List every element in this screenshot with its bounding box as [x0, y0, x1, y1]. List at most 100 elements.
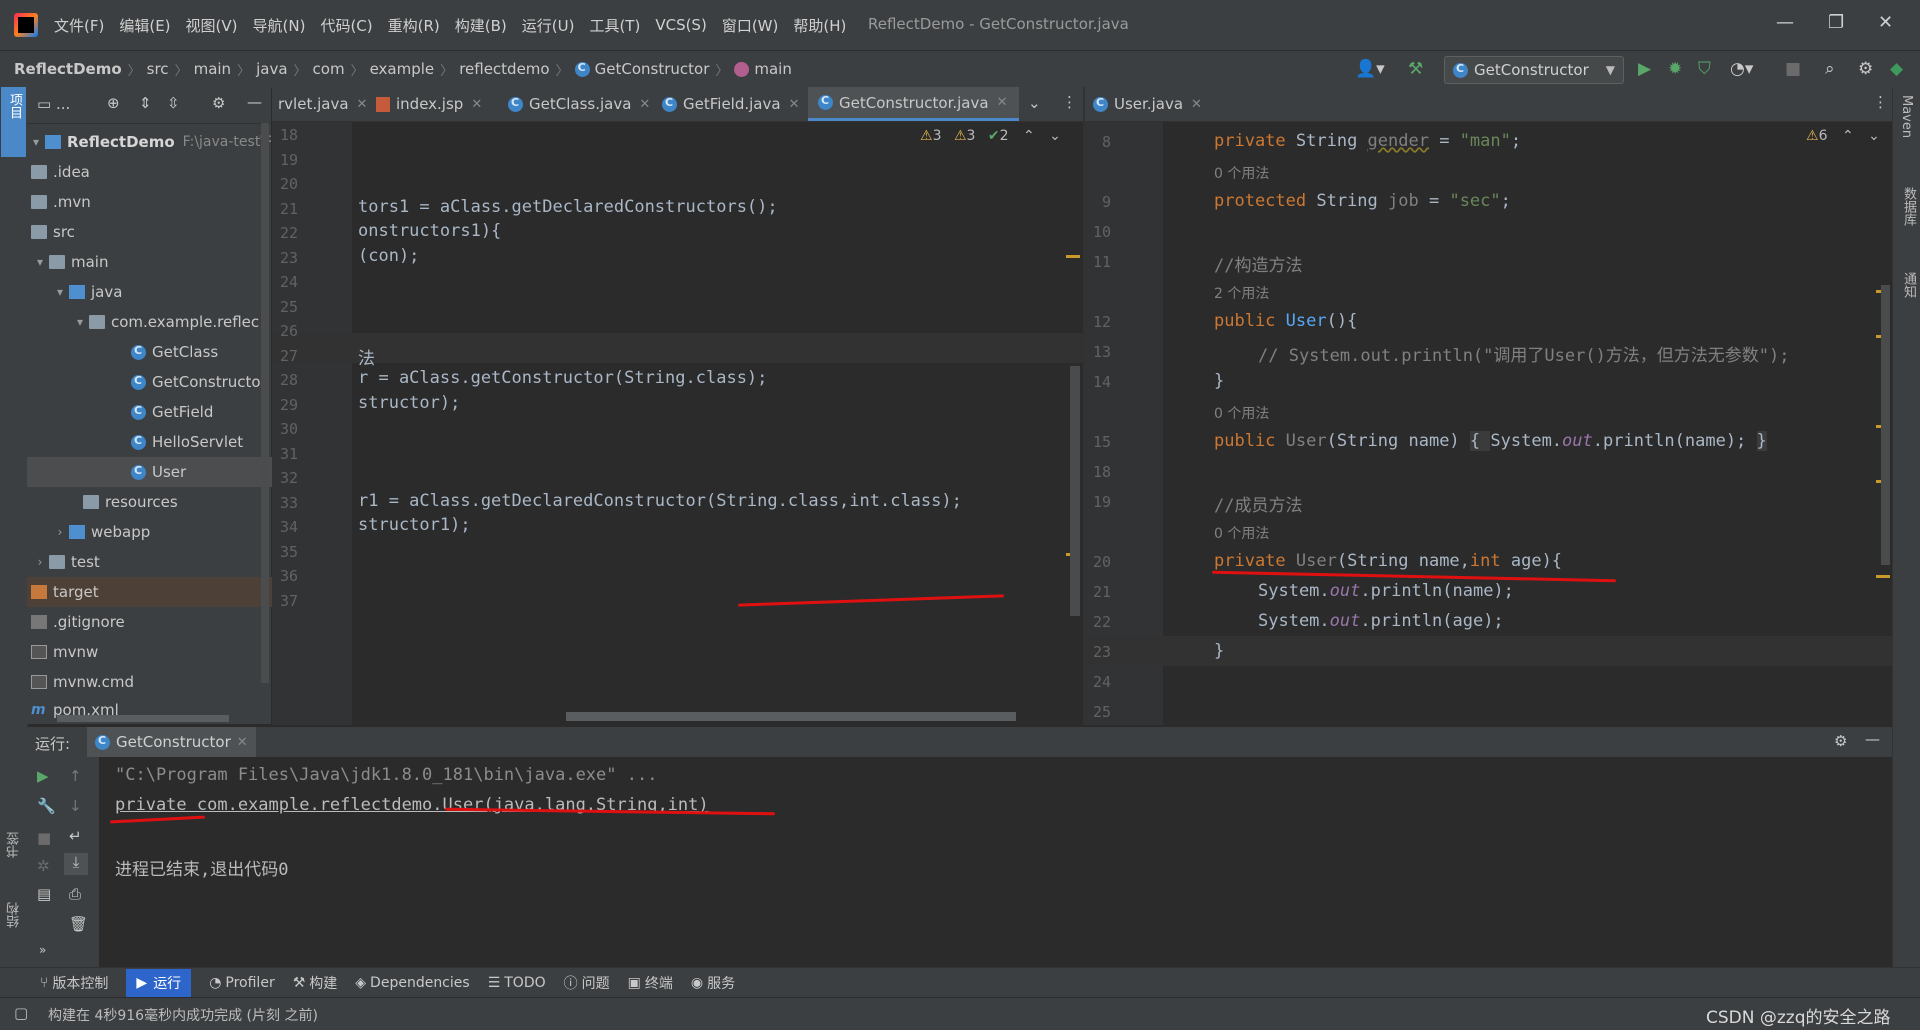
- close-icon[interactable]: ✕: [997, 95, 1008, 110]
- collapse-all-icon[interactable]: ⇳: [167, 94, 180, 112]
- line-number[interactable]: 33: [258, 494, 298, 512]
- menu-refactor[interactable]: 重构(R): [388, 15, 440, 36]
- line-number[interactable]: 32: [258, 469, 298, 487]
- tree-item[interactable]: target: [27, 577, 275, 607]
- line-number[interactable]: 11: [1071, 253, 1111, 271]
- breadcrumb-java[interactable]: java: [256, 60, 287, 78]
- restore-icon[interactable]: ❐: [1828, 12, 1844, 33]
- layout-icon[interactable]: ▤: [37, 885, 51, 903]
- version-control-button[interactable]: ⑂ 版本控制: [40, 973, 108, 993]
- menu-edit[interactable]: 编辑(E): [119, 15, 170, 36]
- line-number[interactable]: 23: [1071, 643, 1111, 661]
- tree-item[interactable]: mvnw.cmd: [27, 667, 275, 697]
- locate-icon[interactable]: ⊕: [107, 94, 120, 112]
- tree-item[interactable]: › test: [27, 547, 271, 577]
- line-number[interactable]: 14: [1071, 373, 1111, 391]
- build-tool-button[interactable]: ⚒ 构建: [293, 973, 338, 993]
- breadcrumb-method[interactable]: main: [754, 60, 791, 78]
- close-icon[interactable]: ✕: [639, 97, 650, 112]
- run-configuration-select[interactable]: GetConstructor ▼: [1444, 56, 1624, 84]
- search-icon[interactable]: ⌕: [1825, 59, 1835, 79]
- tab-getfield[interactable]: GetField.java ✕: [662, 87, 799, 121]
- debug-icon[interactable]: ✹: [1668, 59, 1682, 79]
- usage-hint[interactable]: 0 个用法: [1214, 523, 1269, 543]
- database-tool-button[interactable]: 数据库: [1899, 187, 1918, 226]
- run-tab[interactable]: GetConstructor ✕: [87, 727, 256, 757]
- tree-item[interactable]: .mvn: [27, 187, 275, 217]
- tree-item[interactable]: › webapp: [27, 517, 271, 547]
- chevron-down-icon[interactable]: ⌄: [1049, 128, 1061, 144]
- user-icon[interactable]: 👤▾: [1355, 59, 1385, 79]
- expand-all-icon[interactable]: ⇕: [139, 94, 152, 112]
- coverage-icon[interactable]: ⛉: [1698, 59, 1711, 79]
- wrench-icon[interactable]: 🔧: [37, 797, 56, 815]
- tree-item[interactable]: ▾ java: [27, 277, 271, 307]
- tree-root[interactable]: ▾ ReflectDemo F:\java-test\Reflec: [27, 127, 271, 157]
- tab-user-java[interactable]: User.java ✕: [1093, 87, 1202, 121]
- services-button[interactable]: ◉ 服务: [691, 973, 735, 993]
- line-number[interactable]: 19: [1071, 493, 1111, 511]
- menu-vcs[interactable]: VCS(S): [655, 16, 706, 34]
- close-icon[interactable]: ✕: [1878, 12, 1893, 33]
- line-number[interactable]: 22: [258, 224, 298, 242]
- line-number[interactable]: 21: [258, 200, 298, 218]
- line-number[interactable]: 23: [258, 249, 298, 267]
- profile-icon[interactable]: ◔▾: [1730, 59, 1753, 79]
- line-number[interactable]: 35: [258, 543, 298, 561]
- breadcrumb-example[interactable]: example: [370, 60, 435, 78]
- tree-item[interactable]: .gitignore: [27, 607, 275, 637]
- line-number[interactable]: 28: [258, 371, 298, 389]
- more-icon[interactable]: »: [39, 943, 46, 957]
- close-icon[interactable]: ✕: [471, 97, 482, 112]
- todo-button[interactable]: ☰ TODO: [488, 975, 546, 991]
- settings-icon[interactable]: ⚙: [212, 94, 225, 112]
- menu-help[interactable]: 帮助(H): [793, 15, 846, 36]
- stop-icon[interactable]: ■: [1785, 59, 1801, 79]
- hide-icon[interactable]: —: [247, 93, 262, 111]
- line-number[interactable]: 9: [1071, 193, 1111, 211]
- line-number[interactable]: 19: [258, 151, 298, 169]
- settings-icon[interactable]: ⚙: [1834, 732, 1847, 750]
- breadcrumb-project[interactable]: ReflectDemo: [14, 60, 122, 78]
- line-number[interactable]: 36: [258, 567, 298, 585]
- breadcrumb-class[interactable]: GetConstructor: [595, 60, 710, 78]
- close-icon[interactable]: ✕: [237, 735, 248, 750]
- menu-build[interactable]: 构建(B): [455, 15, 507, 36]
- stop-icon[interactable]: ■: [37, 829, 51, 847]
- build-hammer-icon[interactable]: ⚒: [1408, 59, 1423, 79]
- breadcrumb-main[interactable]: main: [194, 60, 231, 78]
- line-number[interactable]: 26: [258, 322, 298, 340]
- scroll-to-end-icon[interactable]: ⤓: [64, 853, 88, 875]
- line-number[interactable]: 25: [1071, 703, 1111, 721]
- line-number[interactable]: 25: [258, 298, 298, 316]
- line-number[interactable]: 15: [1071, 433, 1111, 451]
- scrollbar-horizontal[interactable]: [57, 715, 229, 722]
- settings-icon[interactable]: ⚙: [1858, 59, 1873, 79]
- soft-wrap-icon[interactable]: ↵: [69, 827, 82, 845]
- close-icon[interactable]: ✕: [789, 97, 800, 112]
- project-tool-button[interactable]: 项目: [1, 87, 26, 157]
- line-number[interactable]: 31: [258, 445, 298, 463]
- scrollbar-vertical[interactable]: [1881, 285, 1890, 565]
- arrow-down-icon[interactable]: ↓: [69, 797, 82, 815]
- breadcrumb-src[interactable]: src: [147, 60, 169, 78]
- rerun-icon[interactable]: ▶: [37, 767, 49, 785]
- line-number[interactable]: 24: [258, 273, 298, 291]
- close-icon[interactable]: ✕: [1191, 97, 1202, 112]
- tree-item[interactable]: src: [27, 217, 275, 247]
- chevron-down-icon[interactable]: ⌄: [1868, 128, 1880, 144]
- tree-item[interactable]: ▾ com.example.reflec: [27, 307, 271, 337]
- dependencies-button[interactable]: ◈ Dependencies: [355, 975, 469, 991]
- usage-hint[interactable]: 0 个用法: [1214, 163, 1269, 183]
- arrow-up-icon[interactable]: ↑: [69, 767, 82, 785]
- layout-toggle-icon[interactable]: ▢: [14, 1004, 28, 1022]
- line-number[interactable]: 21: [1071, 583, 1111, 601]
- scrollbar-horizontal[interactable]: [566, 712, 1016, 721]
- tree-item[interactable]: mvnw: [27, 637, 275, 667]
- run-tool-button[interactable]: ▶ 运行: [126, 969, 192, 997]
- line-number[interactable]: 34: [258, 518, 298, 536]
- line-number[interactable]: 29: [258, 396, 298, 414]
- trash-icon[interactable]: 🗑: [69, 915, 88, 933]
- gear-debug-icon[interactable]: ✲: [37, 857, 50, 875]
- run-icon[interactable]: ▶: [1638, 59, 1651, 79]
